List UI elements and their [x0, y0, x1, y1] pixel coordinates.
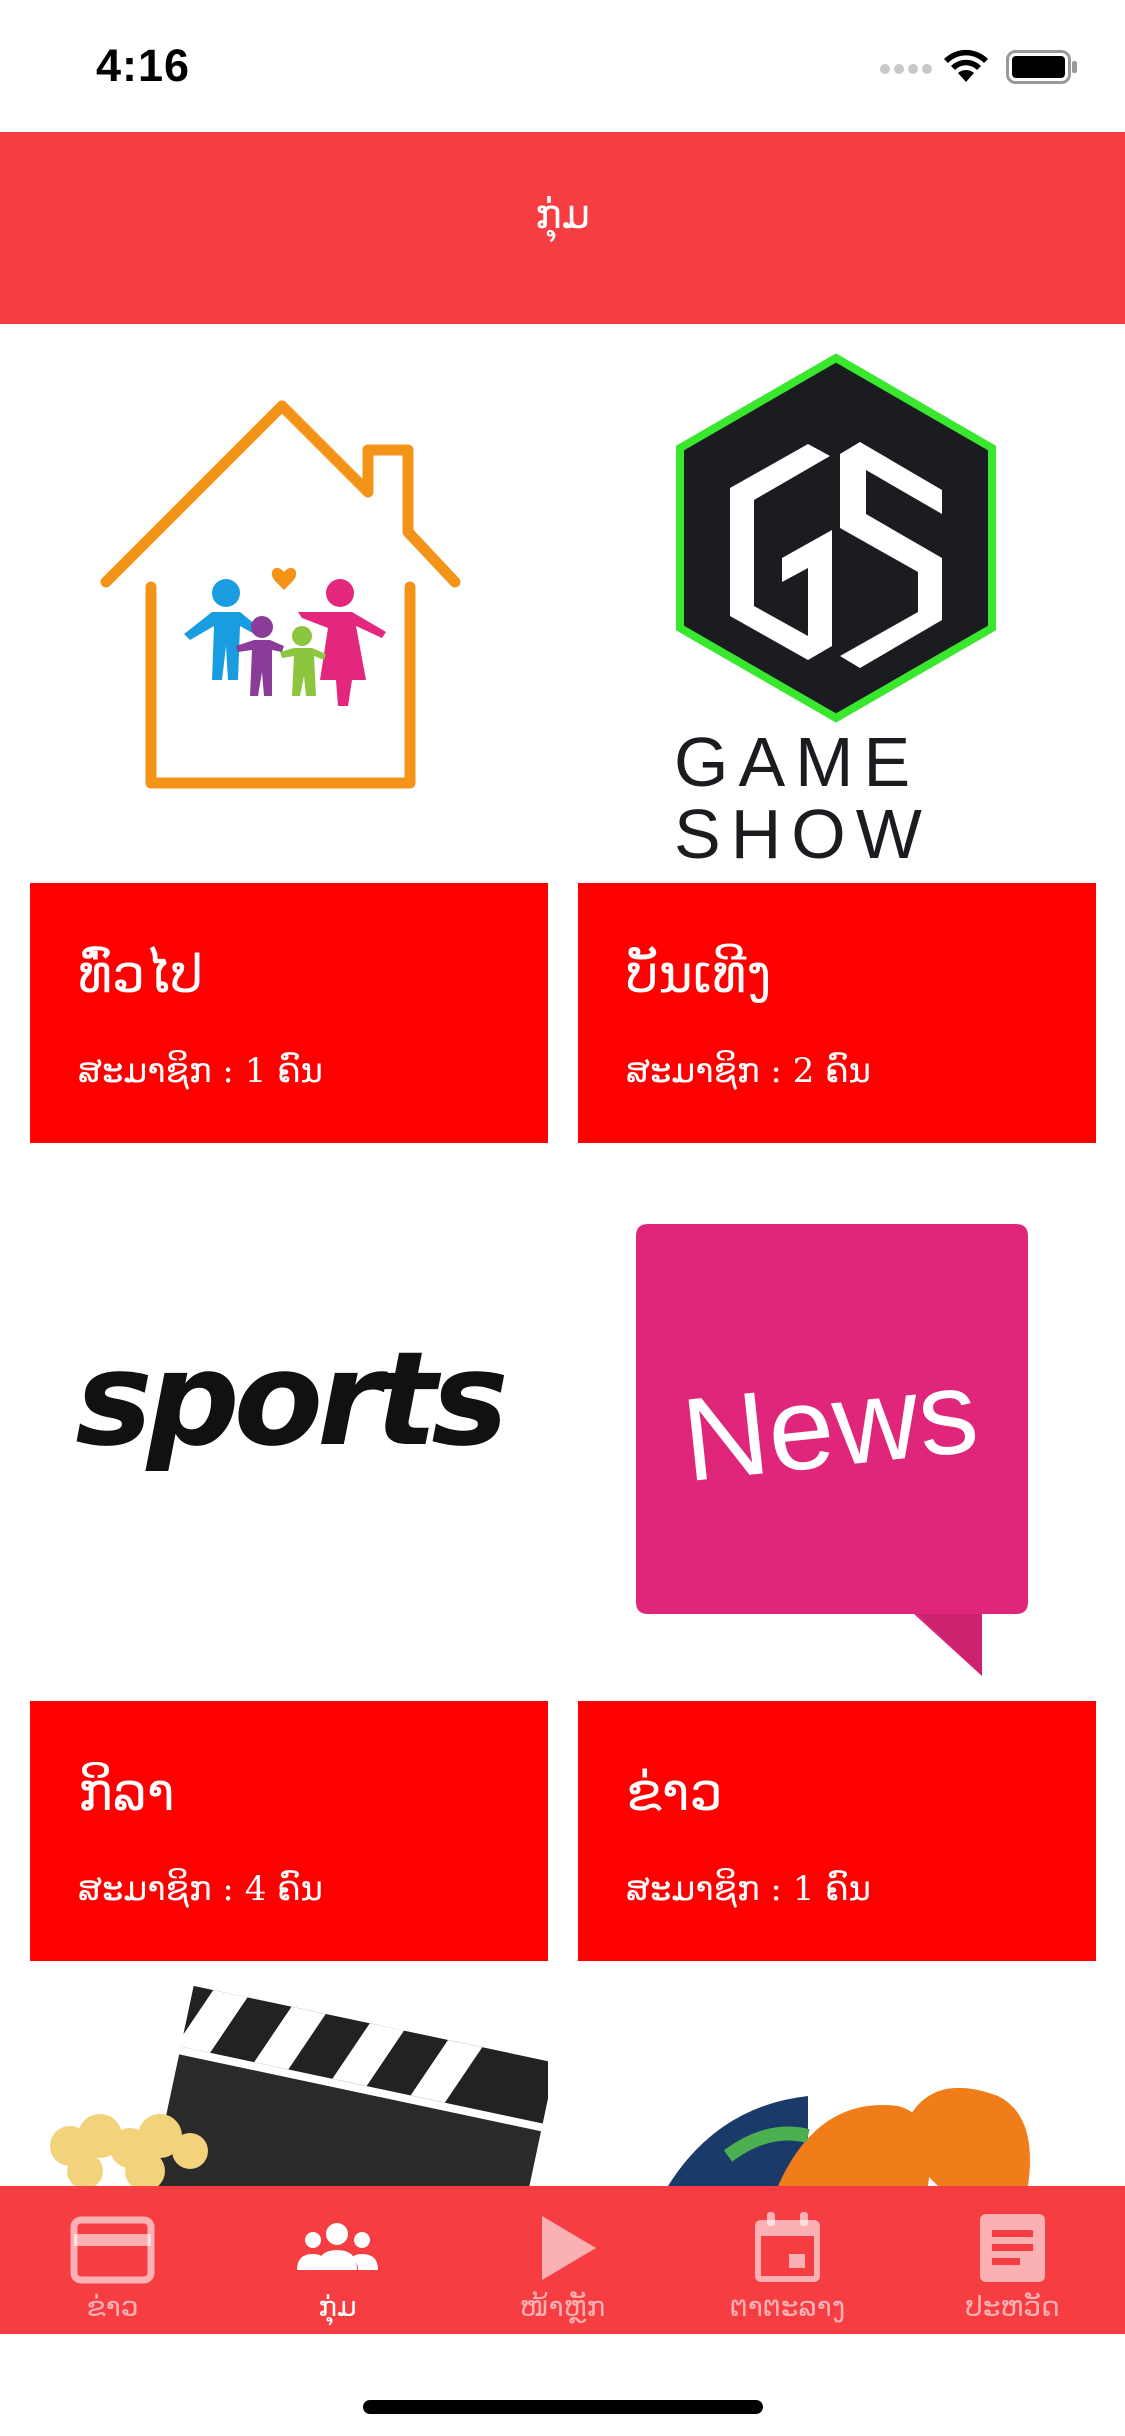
home-indicator[interactable] [363, 2400, 763, 2414]
sports-logo-text: sports [75, 1323, 508, 1475]
tab-schedule[interactable]: ຕາຕະລາງ [675, 2186, 900, 2334]
group-member-count: ສະມາຊິກ : 4 ຄົນ [78, 1869, 323, 1909]
group-panel: ບັນເທີງ ສະມາຊິກ : 2 ຄົນ [578, 883, 1096, 1143]
cellular-signal-icon [880, 64, 932, 74]
news-bubble-logo: News [578, 1168, 1096, 1688]
group-member-count: ສະມາຊິກ : 2 ຄົນ [626, 1051, 871, 1091]
group-icon [297, 2223, 378, 2270]
play-icon [542, 2216, 596, 2280]
tab-history[interactable]: ປະຫວັດ [900, 2186, 1125, 2334]
group-name: ບັນເທີງ [626, 945, 772, 1005]
sports-logo: sports [30, 1168, 548, 1688]
partial-logo-image [668, 2087, 1030, 2186]
game-show-logo: GAME SHOW [578, 350, 1096, 870]
group-card-entertainment[interactable]: GAME SHOW ບັນເທີງ ສະມາຊິກ : 2 ຄົນ [578, 350, 1096, 1143]
tab-label: ຂ່າວ [86, 2290, 139, 2323]
group-card-sports[interactable]: sports ກິລາ ສະມາຊິກ : 4 ຄົນ [30, 1168, 548, 1961]
page-title: ກຸ່ມ [535, 192, 590, 238]
tab-groups[interactable]: ກຸ່ມ [225, 2186, 450, 2334]
app-header: ກຸ່ມ [0, 132, 1125, 324]
wifi-icon [944, 49, 988, 82]
home-indicator-area [0, 2334, 1125, 2436]
group-panel: ທົ່ວໄປ ສະມາຊິກ : 1 ຄົນ [30, 883, 548, 1143]
game-show-text-line1: GAME [674, 723, 921, 801]
group-name: ທົ່ວໄປ [78, 945, 203, 1005]
tab-label: ປະຫວັດ [965, 2290, 1060, 2323]
group-card-news[interactable]: News ຂ່າວ ສະມາຊິກ : 1 ຄົນ [578, 1168, 1096, 1961]
bottom-tab-bar: ຂ່າວ ກຸ່ມ ໜ້າຫຼັກ ຕາຕະລາງ ປະຫວັດ [0, 2186, 1125, 2334]
clapperboard-image [50, 1986, 548, 2186]
game-show-text-line2: SHOW [674, 795, 932, 870]
document-icon [980, 2214, 1045, 2282]
family-house-logo [30, 350, 548, 870]
group-member-count: ສະມາຊິກ : 1 ຄົນ [626, 1869, 871, 1909]
group-panel: ກິລາ ສະມາຊິກ : 4 ຄົນ [30, 1701, 548, 1961]
group-member-count: ສະມາຊິກ : 1 ຄົນ [78, 1051, 323, 1091]
status-time: 4:16 [96, 40, 191, 91]
battery-icon [1006, 50, 1077, 84]
group-name: ກິລາ [78, 1763, 175, 1823]
tab-news[interactable]: ຂ່າວ [0, 2186, 225, 2334]
group-name: ຂ່າວ [626, 1763, 723, 1823]
card-icon [70, 2216, 155, 2284]
tab-label: ໜ້າຫຼັກ [519, 2290, 606, 2323]
group-card-other[interactable] [578, 1986, 1096, 2186]
tab-label: ກຸ່ມ [318, 2290, 357, 2323]
tab-label: ຕາຕະລາງ [729, 2290, 846, 2323]
tab-home[interactable]: ໜ້າຫຼັກ [450, 2186, 675, 2334]
group-card-movies[interactable] [30, 1986, 548, 2186]
calendar-icon [755, 2212, 820, 2282]
status-bar: 4:16 [0, 0, 1125, 132]
group-card-general[interactable]: ທົ່ວໄປ ສະມາຊິກ : 1 ຄົນ [30, 350, 548, 1143]
group-panel: ຂ່າວ ສະມາຊິກ : 1 ຄົນ [578, 1701, 1096, 1961]
